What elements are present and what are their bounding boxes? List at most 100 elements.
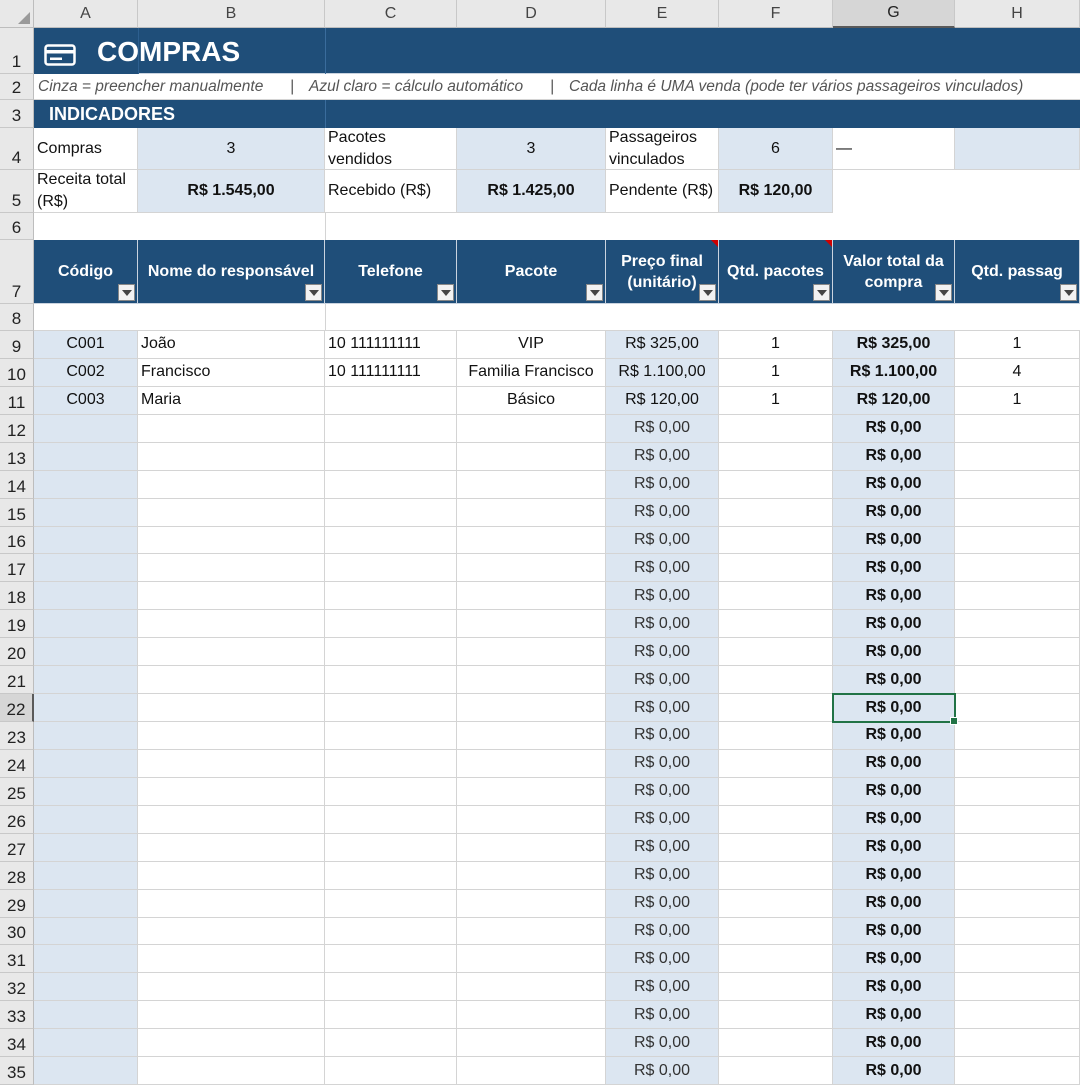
column-header-c[interactable]: C [325, 0, 457, 28]
row-header-10[interactable]: 10 [0, 358, 34, 387]
cell-g10[interactable]: R$ 1.100,00 [833, 358, 955, 387]
cell-g18[interactable]: R$ 0,00 [833, 582, 955, 611]
cell-g9[interactable]: R$ 325,00 [833, 331, 955, 359]
cell-d10[interactable]: Familia Francisco [457, 358, 606, 387]
cell-e28[interactable]: R$ 0,00 [606, 861, 719, 890]
cell-b11[interactable]: Maria [138, 386, 325, 415]
cell-a25[interactable] [34, 777, 138, 806]
column-header-h[interactable]: H [955, 0, 1080, 28]
cell-f30[interactable] [719, 917, 833, 946]
row-header-27[interactable]: 27 [0, 833, 34, 862]
cell-d13[interactable] [457, 442, 606, 471]
cell-g26[interactable]: R$ 0,00 [833, 805, 955, 834]
cell-c28[interactable] [325, 861, 457, 890]
cell-d32[interactable] [457, 973, 606, 1002]
cell-e27[interactable]: R$ 0,00 [606, 833, 719, 862]
cell-f33[interactable] [719, 1001, 833, 1030]
cell-b29[interactable] [138, 889, 325, 918]
cell-e19[interactable]: R$ 0,00 [606, 610, 719, 639]
cell-c30[interactable] [325, 917, 457, 946]
cell-f18[interactable] [719, 582, 833, 611]
cell-g22[interactable]: R$ 0,00 [833, 694, 955, 722]
cell-e14[interactable]: R$ 0,00 [606, 470, 719, 499]
cell-f21[interactable] [719, 666, 833, 695]
cell-f9[interactable]: 1 [719, 331, 833, 359]
cell-a18[interactable] [34, 582, 138, 611]
cell-e33[interactable]: R$ 0,00 [606, 1001, 719, 1030]
cell-b14[interactable] [138, 470, 325, 499]
row-header-30[interactable]: 30 [0, 917, 34, 946]
cell-h32[interactable] [955, 973, 1080, 1002]
cell-e31[interactable]: R$ 0,00 [606, 945, 719, 974]
filter-dropdown-button[interactable] [118, 284, 135, 301]
row-header-15[interactable]: 15 [0, 498, 34, 527]
cell-h21[interactable] [955, 666, 1080, 695]
cell-h35[interactable] [955, 1057, 1080, 1085]
cell-a16[interactable] [34, 526, 138, 555]
row-header-9[interactable]: 9 [0, 331, 34, 359]
cell-a21[interactable] [34, 666, 138, 695]
cell-d27[interactable] [457, 833, 606, 862]
cell-g25[interactable]: R$ 0,00 [833, 777, 955, 806]
cell-c18[interactable] [325, 582, 457, 611]
row-header-6[interactable]: 6 [0, 213, 34, 240]
cell-c23[interactable] [325, 722, 457, 750]
row-header-23[interactable]: 23 [0, 722, 34, 750]
cell-h31[interactable] [955, 945, 1080, 974]
cell-d20[interactable] [457, 638, 606, 667]
row-header-24[interactable]: 24 [0, 749, 34, 778]
filter-dropdown-button[interactable] [813, 284, 830, 301]
cell-c22[interactable] [325, 694, 457, 722]
cell-d16[interactable] [457, 526, 606, 555]
cell-d17[interactable] [457, 554, 606, 583]
filter-dropdown-button[interactable] [699, 284, 716, 301]
row-header-25[interactable]: 25 [0, 777, 34, 806]
column-header-f[interactable]: F [719, 0, 833, 28]
row-header-14[interactable]: 14 [0, 470, 34, 499]
row-header-21[interactable]: 21 [0, 666, 34, 695]
cell-g21[interactable]: R$ 0,00 [833, 666, 955, 695]
cell-h22[interactable] [955, 694, 1080, 722]
cell-a34[interactable] [34, 1029, 138, 1058]
cell-c24[interactable] [325, 749, 457, 778]
cell-h12[interactable] [955, 414, 1080, 443]
cell-e23[interactable]: R$ 0,00 [606, 722, 719, 750]
cell-a14[interactable] [34, 470, 138, 499]
cell-e29[interactable]: R$ 0,00 [606, 889, 719, 918]
cell-f11[interactable]: 1 [719, 386, 833, 415]
cell-h34[interactable] [955, 1029, 1080, 1058]
cell-h14[interactable] [955, 470, 1080, 499]
cell-b15[interactable] [138, 498, 325, 527]
cell-e32[interactable]: R$ 0,00 [606, 973, 719, 1002]
select-all-corner[interactable] [0, 0, 34, 28]
cell-h25[interactable] [955, 777, 1080, 806]
cell-f23[interactable] [719, 722, 833, 750]
cell-c16[interactable] [325, 526, 457, 555]
cell-b24[interactable] [138, 749, 325, 778]
cell-a30[interactable] [34, 917, 138, 946]
cell-f13[interactable] [719, 442, 833, 471]
cell-a22[interactable] [34, 694, 138, 722]
cell-g17[interactable]: R$ 0,00 [833, 554, 955, 583]
cell-a35[interactable] [34, 1057, 138, 1085]
cell-b23[interactable] [138, 722, 325, 750]
cell-h28[interactable] [955, 861, 1080, 890]
cell-g14[interactable]: R$ 0,00 [833, 470, 955, 499]
cell-f16[interactable] [719, 526, 833, 555]
cell-a26[interactable] [34, 805, 138, 834]
cell-b12[interactable] [138, 414, 325, 443]
cell-a27[interactable] [34, 833, 138, 862]
cell-d35[interactable] [457, 1057, 606, 1085]
cell-b35[interactable] [138, 1057, 325, 1085]
cell-e21[interactable]: R$ 0,00 [606, 666, 719, 695]
column-header-g[interactable]: G [833, 0, 955, 28]
cell-b28[interactable] [138, 861, 325, 890]
cell-b34[interactable] [138, 1029, 325, 1058]
cell-g32[interactable]: R$ 0,00 [833, 973, 955, 1002]
cell-d28[interactable] [457, 861, 606, 890]
column-header-a[interactable]: A [34, 0, 138, 28]
cell-h29[interactable] [955, 889, 1080, 918]
cell-c26[interactable] [325, 805, 457, 834]
row-header-20[interactable]: 20 [0, 638, 34, 667]
filter-dropdown-button[interactable] [1060, 284, 1077, 301]
